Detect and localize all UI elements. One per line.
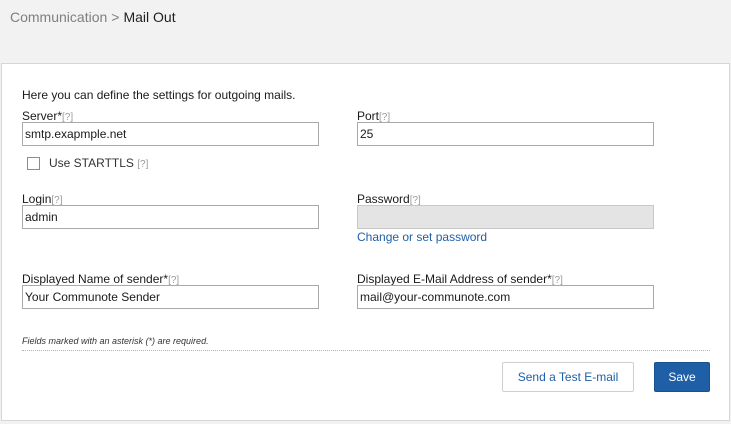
breadcrumb-separator: > <box>111 9 120 25</box>
breadcrumb-current: Mail Out <box>123 9 176 25</box>
server-label-text: Server* <box>22 109 63 123</box>
starttls-label: Use STARTTLS [?] <box>49 156 148 172</box>
breadcrumb: Communication > Mail Out <box>10 8 176 26</box>
sender-email-label-text: Displayed E-Mail Address of sender* <box>357 272 552 286</box>
header-bar: Communication > Mail Out <box>0 0 731 63</box>
port-label-text: Port <box>357 109 380 123</box>
sender-email-input[interactable] <box>357 285 654 309</box>
change-password-link[interactable]: Change or set password <box>357 230 487 244</box>
port-input[interactable] <box>357 122 654 146</box>
starttls-checkbox[interactable] <box>27 157 40 170</box>
intro-text: Here you can define the settings for out… <box>22 88 296 102</box>
server-input[interactable] <box>22 122 319 146</box>
sender-name-label-text: Displayed Name of sender* <box>22 272 169 286</box>
starttls-label-text: Use STARTTLS <box>49 156 134 170</box>
login-input[interactable] <box>22 205 319 229</box>
save-button[interactable]: Save <box>654 362 710 392</box>
required-fields-note: Fields marked with an asterisk (*) are r… <box>22 336 209 346</box>
send-test-email-button[interactable]: Send a Test E-mail <box>502 362 634 392</box>
login-label-text: Login <box>22 192 52 206</box>
password-label-text: Password <box>357 192 410 206</box>
sender-name-input[interactable] <box>22 285 319 309</box>
breadcrumb-parent-link[interactable]: Communication <box>10 9 107 25</box>
mail-out-settings-panel: Here you can define the settings for out… <box>1 63 730 421</box>
form-divider <box>22 350 710 351</box>
starttls-help-icon[interactable]: [?] <box>137 159 148 170</box>
password-input <box>357 205 654 229</box>
